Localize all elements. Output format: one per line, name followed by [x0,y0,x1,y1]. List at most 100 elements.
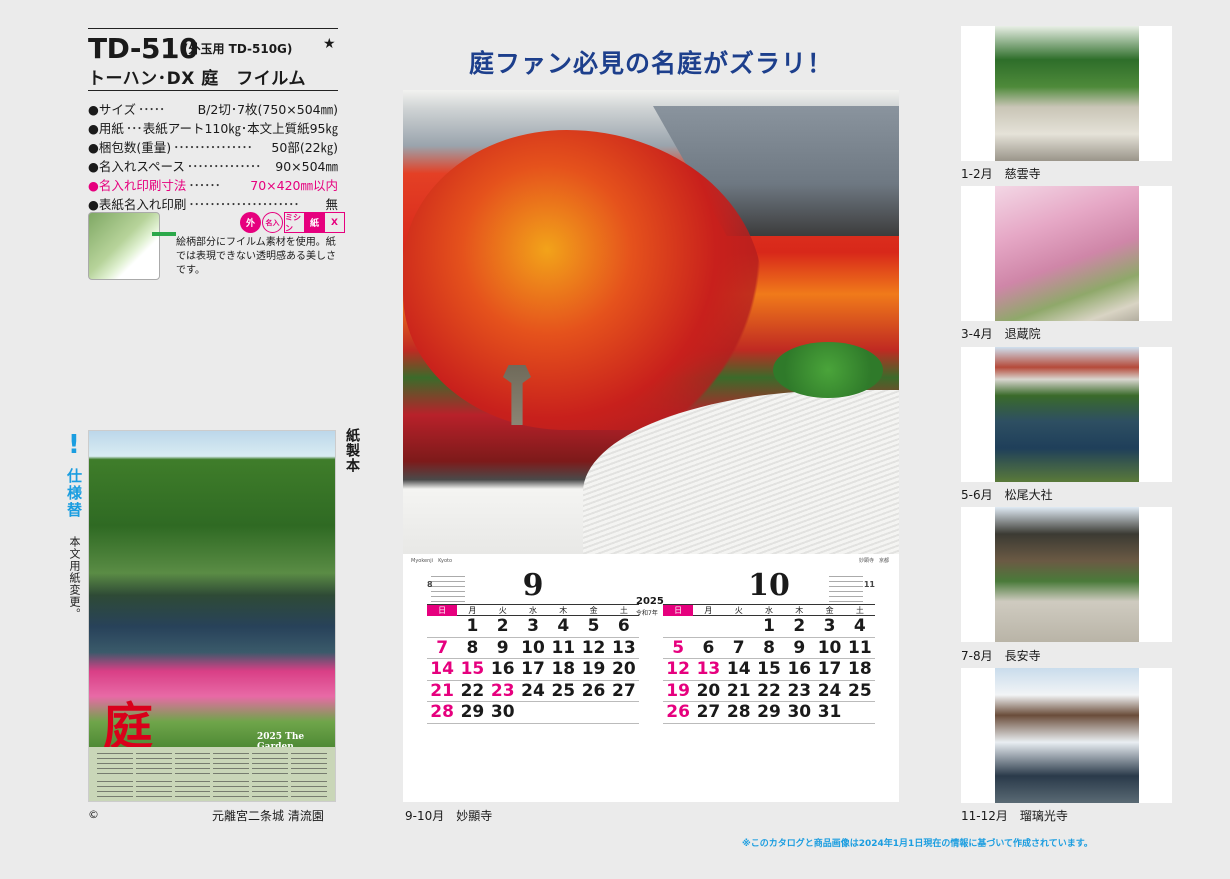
thumbnail-caption: 7-8月 長安寺 [961,649,1041,663]
calendar-day: 13 [608,638,639,659]
cover-year-label: 2025 The Garden [257,732,305,747]
calendar-day: 26 [578,681,609,702]
calendar-day: 14 [427,659,458,681]
calendar-year: 2025 [636,596,664,607]
pointer-arrow-icon [152,232,176,236]
calendar-day: 23 [784,681,815,702]
paper-badge-icon: 紙 [304,212,325,233]
thumbnail-mar-apr [961,186,1172,321]
spec-label: ●サイズ [88,102,137,117]
calendar-day: 21 [723,681,754,702]
calendar-day: 27 [608,681,639,702]
calendar-day: 10 [814,638,845,659]
spec-label: ●用紙 [88,121,124,136]
spec-dots: ･････ [138,102,165,117]
weekday-label: 火 [498,606,507,615]
paper-binding-label: 紙製本 [344,428,360,473]
calendar-day: 29 [753,702,785,724]
photo-caption-en: Myokenji Kyoto [411,558,453,564]
spec-list: ●サイズ ･････ B/2切･7枚(750×504㎜) ●用紙 ･･･ 表紙アート11… [88,100,338,214]
calendar-day: 4 [844,616,875,638]
calendar-day: 20 [693,681,724,702]
calendar-day: 7 [427,638,458,659]
weekday-label: 月 [704,606,713,615]
cover-kanji-title: 庭 [103,697,153,747]
header-rule-bottom [88,90,338,91]
calendar-day: 12 [663,659,694,681]
weekday-label: 土 [855,606,864,615]
calendar-day: 2 [487,616,518,638]
spec-label: ●名入れスペース [88,159,185,174]
calendar-day: 15 [753,659,785,681]
weekday-label: 土 [619,606,628,615]
spec-change-exclamation-icon: ! [68,430,80,460]
calendar-day: 2 [784,616,815,638]
calendar-day: 25 [844,681,875,702]
mini-calendar [252,753,289,774]
calendar-day-empty [844,702,875,724]
mini-calendar [213,753,250,774]
calendar-day: 30 [487,702,518,724]
mini-calendar [174,753,211,774]
calendar-day-empty [427,616,458,638]
spec-value: 表紙アート110㎏･本文上質紙95㎏ [142,121,338,136]
calendar-day: 12 [578,638,609,659]
calendar-era: 令和7年 [636,610,658,617]
film-sample-image [88,212,160,280]
star-icon: ★ [323,36,336,52]
calendar-day: 9 [784,638,815,659]
weekday-label: 木 [559,606,568,615]
spec-row-print-size: ●名入れ印刷寸法 ･･････ 70×420㎜以内 [88,176,338,195]
copyright-mark: © [88,808,99,821]
main-garden-photo [403,90,899,554]
weekday-label: 日 [427,605,458,616]
spec-value: B/2切･7枚(750×504㎜) [197,102,338,117]
thumbnail-caption: 5-6月 松尾大社 [961,488,1053,502]
film-note: 絵柄部分にフイルム素材を使用。紙では表現できない透明感ある美しさです。 [176,237,336,276]
photo-caption-jp: 妙顕寺 京都 [858,558,889,564]
name-print-badge-icon: 名入 [262,212,283,233]
calendar-day: 1 [457,616,488,638]
calendar-day: 22 [753,681,785,702]
calendar-day: 6 [608,616,639,638]
calendar-day: 11 [548,638,579,659]
mini-calendar [291,753,327,774]
calendar-day: 28 [427,702,458,724]
weekday-header: 日月火水木金土 [427,604,639,616]
spec-label: ●梱包数(重量) [88,140,172,155]
calendar-day-empty [693,616,724,638]
spec-value: 50部(22㎏) [271,140,338,155]
thumbnail-photo [995,347,1139,482]
weekday-label: 水 [764,606,773,615]
spec-row-packing: ●梱包数(重量) ･･･････････････ 50部(22㎏) [88,138,338,157]
calendar-day: 27 [693,702,724,724]
thumbnail-jul-aug [961,507,1172,642]
header-rule-top [88,28,338,29]
weekday-label: 日 [663,605,694,616]
calendar-day-empty [663,616,694,638]
thumbnail-nov-dec [961,668,1172,803]
calendar-day: 8 [457,638,488,659]
calendar-day: 16 [487,659,518,681]
spec-row-size: ●サイズ ･････ B/2切･7枚(750×504㎜) [88,100,338,119]
footer-note: ※このカタログと商品画像は2024年1月1日現在の情報に基づいて作成されています… [742,839,1093,849]
calendar-month-september: 8 9 日月火水木金土 1 2 3 4 5 6 7 8 9 10 11 12 13 14 15 16 17 18 1… [427,568,639,724]
mini-calendar [252,776,289,797]
calendar-day-empty [608,702,639,724]
mini-calendar [97,753,133,774]
calendar-day: 18 [844,659,875,681]
weekday-header: 日月火水木金土 [663,604,875,616]
perforation-badge-icon: ミシン [284,212,305,233]
calendar-day: 4 [548,616,579,638]
calendar-day: 16 [784,659,815,681]
calendar-month-october: 11 10 日月火水木金土 1 2 3 4 5 6 7 8 9 10 11 12 13 14 15 16 17 1… [663,568,875,724]
calendar-day: 22 [457,681,488,702]
weekday-label: 木 [795,606,804,615]
calendar-day: 14 [723,659,754,681]
cover-product-image: 庭 2025 The Garden [88,430,336,802]
calendar-day: 19 [663,681,694,702]
calendar-day: 23 [487,681,518,702]
spec-label: ●名入れ印刷寸法 [88,178,187,193]
calendar-day: 30 [784,702,815,724]
spec-change-title: 仕様替 [65,468,83,519]
